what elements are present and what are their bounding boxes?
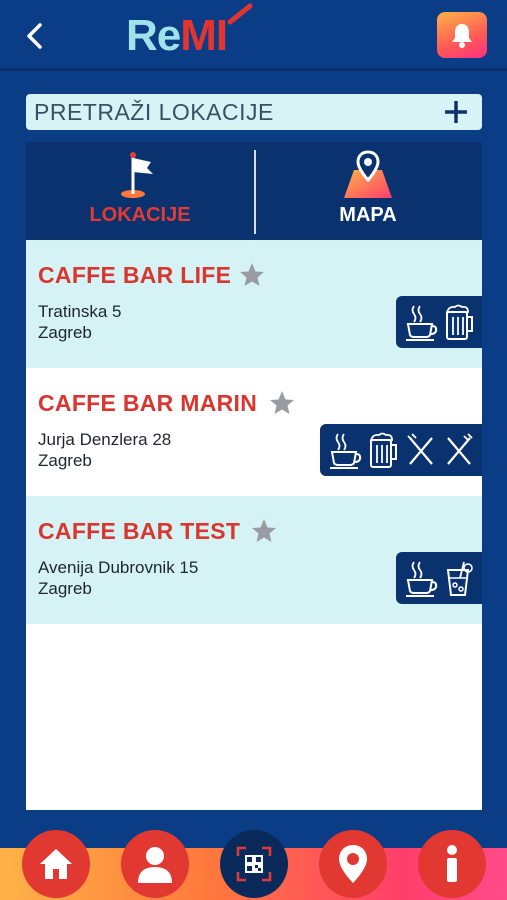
app-header: ReMI [0, 0, 507, 71]
nav-qr-scan-button[interactable] [220, 830, 288, 898]
location-pin-icon [339, 845, 367, 883]
tab-lokacije-label: LOKACIJE [89, 204, 191, 226]
amenities-badge [320, 424, 482, 476]
search-bar[interactable]: PRETRAŽI LOKACIJE [26, 94, 482, 130]
flag-pin-icon [121, 152, 153, 198]
cutlery-icon [447, 433, 473, 465]
add-location-button[interactable] [442, 98, 470, 126]
location-name: CAFFE BAR TEST [38, 518, 241, 544]
nav-info-button[interactable] [418, 830, 486, 898]
logo-accent-mark [227, 3, 253, 25]
logo-text-re: Re [126, 11, 181, 60]
star-icon[interactable] [239, 262, 265, 288]
coffee-icon [330, 433, 362, 469]
coffee-icon [406, 305, 438, 341]
notifications-button[interactable] [437, 12, 487, 58]
bell-icon [452, 24, 472, 48]
chevron-left-icon [27, 23, 42, 49]
cocktail-icon [446, 561, 473, 596]
info-icon [447, 845, 457, 882]
coffee-icon [406, 561, 438, 597]
location-street: Jurja Denzlera 28 [38, 430, 172, 449]
cutlery-icon [407, 433, 433, 465]
nav-map-button[interactable] [319, 830, 387, 898]
location-item[interactable]: CAFFE BAR TEST Avenija Dubrovnik 15 Zagr… [26, 496, 482, 624]
tab-lokacije[interactable]: LOKACIJE [26, 142, 254, 240]
tab-mapa-label: MAPA [339, 204, 397, 226]
user-icon [138, 847, 172, 883]
location-item[interactable]: CAFFE BAR MARIN Jurja Denzlera 28 Zagreb [26, 368, 482, 496]
amenities-badge [396, 552, 482, 604]
beer-icon [369, 432, 397, 468]
tab-mapa[interactable]: MAPA [254, 142, 482, 240]
locations-list: CAFFE BAR LIFE Tratinska 5 Zagreb CAFFE … [26, 240, 482, 810]
location-street: Tratinska 5 [38, 302, 122, 321]
map-pin-icon [344, 150, 392, 198]
location-name: CAFFE BAR LIFE [38, 262, 232, 288]
nav-home-button[interactable] [22, 830, 90, 898]
location-city: Zagreb [38, 323, 92, 342]
beer-icon [445, 304, 473, 340]
location-city: Zagreb [38, 451, 92, 470]
search-placeholder: PRETRAŽI LOKACIJE [34, 99, 274, 125]
home-icon [40, 849, 72, 879]
star-icon[interactable] [269, 390, 295, 416]
location-city: Zagreb [38, 579, 92, 598]
star-icon[interactable] [251, 518, 277, 544]
header-divider [0, 68, 507, 71]
location-street: Avenija Dubrovnik 15 [38, 558, 199, 577]
view-tabs: LOKACIJE MAPA [26, 142, 482, 240]
plus-icon [445, 101, 467, 123]
location-item[interactable]: CAFFE BAR LIFE Tratinska 5 Zagreb [26, 240, 482, 368]
back-button[interactable] [18, 18, 54, 54]
app-logo: ReMI [126, 6, 228, 66]
location-name: CAFFE BAR MARIN [38, 390, 258, 416]
amenities-badge [396, 296, 482, 348]
logo-text-mi: MI [180, 11, 228, 60]
nav-profile-button[interactable] [121, 830, 189, 898]
qr-scan-icon [236, 846, 272, 882]
